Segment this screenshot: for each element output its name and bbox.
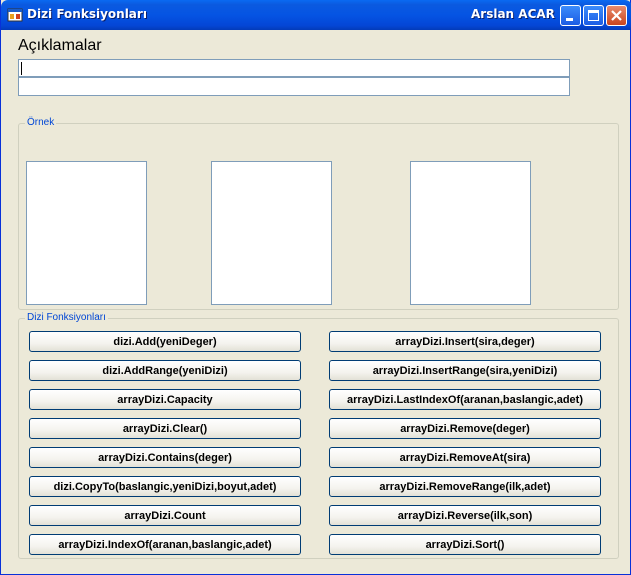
main-window: Dizi Fonksiyonları Arslan ACAR Açıklamal… [0, 0, 631, 575]
removeat-button[interactable]: arrayDizi.RemoveAt(sira) [329, 447, 601, 468]
copyto-button[interactable]: dizi.CopyTo(baslangic,yeniDizi,boyut,ade… [29, 476, 301, 497]
minimize-button[interactable] [560, 5, 581, 26]
lastindexof-button[interactable]: arrayDizi.LastIndexOf(aranan,baslangic,a… [329, 389, 601, 410]
insert-button[interactable]: arrayDizi.Insert(sira,deger) [329, 331, 601, 352]
example-group-label: Örnek [25, 117, 57, 129]
capacity-button[interactable]: arrayDizi.Capacity [29, 389, 301, 410]
title-bar[interactable]: Dizi Fonksiyonları Arslan ACAR [1, 0, 631, 30]
add-button[interactable]: dizi.Add(yeniDeger) [29, 331, 301, 352]
text-caret [21, 62, 22, 75]
removerange-button[interactable]: arrayDizi.RemoveRange(ilk,adet) [329, 476, 601, 497]
indexof-button[interactable]: arrayDizi.IndexOf(aranan,baslangic,adet) [29, 534, 301, 555]
count-button[interactable]: arrayDizi.Count [29, 505, 301, 526]
remove-button[interactable]: arrayDizi.Remove(deger) [329, 418, 601, 439]
close-button[interactable] [606, 5, 627, 26]
example-panel-3 [410, 161, 531, 305]
window-title-author: Arslan ACAR [471, 7, 555, 21]
reverse-button[interactable]: arrayDizi.Reverse(ilk,son) [329, 505, 601, 526]
minimize-icon [566, 18, 573, 21]
description-heading: Açıklamalar [18, 37, 102, 54]
description-input-2[interactable] [18, 77, 570, 96]
window-app-icon[interactable] [7, 7, 23, 23]
sort-button[interactable]: arrayDizi.Sort() [329, 534, 601, 555]
window-title: Dizi Fonksiyonları [27, 7, 147, 21]
contains-button[interactable]: arrayDizi.Contains(deger) [29, 447, 301, 468]
maximize-button[interactable] [583, 5, 604, 26]
addrange-button[interactable]: dizi.AddRange(yeniDizi) [29, 360, 301, 381]
maximize-icon [588, 10, 599, 21]
insertrange-button[interactable]: arrayDizi.InsertRange(sira,yeniDizi) [329, 360, 601, 381]
example-panel-2 [211, 161, 332, 305]
description-input-1[interactable] [18, 59, 570, 77]
clear-button[interactable]: arrayDizi.Clear() [29, 418, 301, 439]
functions-group-label: Dizi Fonksiyonları [25, 312, 108, 324]
example-panel-1 [26, 161, 147, 305]
close-icon [611, 10, 622, 21]
